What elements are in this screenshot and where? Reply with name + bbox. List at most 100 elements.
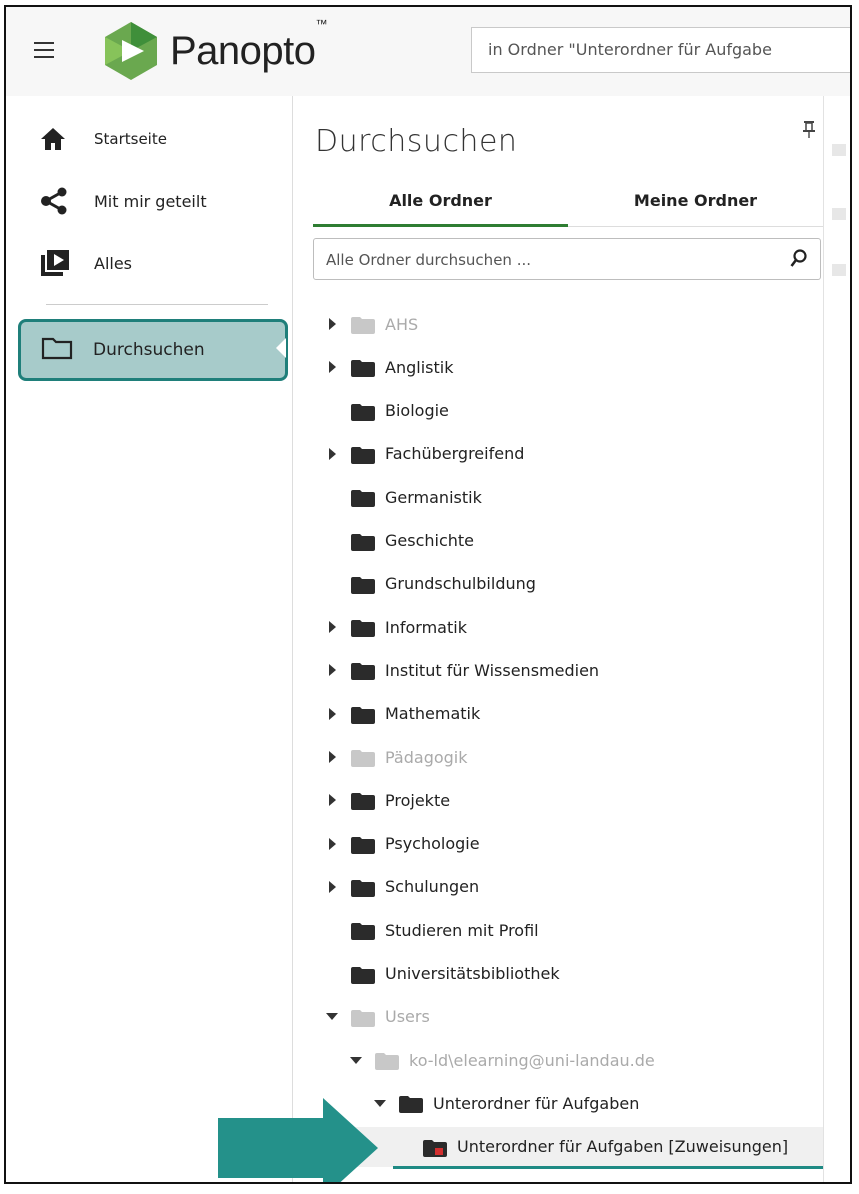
caret-spacer xyxy=(325,534,339,548)
folder-icon xyxy=(351,793,375,811)
folder-name: Anglistik xyxy=(385,357,454,377)
folder-name: Psychologie xyxy=(385,834,480,854)
collapse-caret-icon[interactable] xyxy=(325,1010,339,1024)
folder-icon xyxy=(351,576,375,594)
folder-row[interactable]: Informatik xyxy=(293,607,823,647)
folder-row[interactable]: AHS xyxy=(293,304,823,344)
expand-caret-icon[interactable] xyxy=(325,360,339,374)
callout-arrow xyxy=(218,1098,378,1182)
tab-alle-ordner[interactable]: Alle Ordner xyxy=(313,186,568,227)
folder-name: Biologie xyxy=(385,401,449,421)
assignment-folder-icon xyxy=(423,1139,447,1157)
folder-row[interactable]: Institut für Wissensmedien xyxy=(293,650,823,690)
folder-name: Schulungen xyxy=(385,877,480,897)
nav-item-startseite[interactable]: Startseite xyxy=(40,119,167,159)
folder-icon xyxy=(351,836,375,854)
expand-caret-icon[interactable] xyxy=(325,620,339,634)
nav-divider xyxy=(46,304,268,305)
folder-icon xyxy=(351,966,375,984)
app-window: Panopto™ in Ordner "Unterordner für Aufg… xyxy=(4,5,852,1184)
folder-name: Users xyxy=(385,1007,430,1027)
folder-icon xyxy=(351,750,375,767)
folder-name: Pädagogik xyxy=(385,747,468,767)
caret-spacer xyxy=(325,923,339,937)
folder-icon xyxy=(351,446,375,464)
expand-caret-icon[interactable] xyxy=(325,317,339,331)
active-pointer xyxy=(276,338,286,358)
folder-name: Informatik xyxy=(385,617,467,637)
global-search-input[interactable]: in Ordner "Unterordner für Aufgabe xyxy=(471,27,850,73)
expand-caret-icon[interactable] xyxy=(325,663,339,677)
folder-row[interactable]: Pädagogik xyxy=(293,737,823,777)
nav-item-durchsuchen[interactable]: Durchsuchen xyxy=(18,319,288,381)
left-navigation: Startseite Mit mir geteilt Alles Durchsu… xyxy=(6,96,293,1182)
expand-caret-icon[interactable] xyxy=(325,707,339,721)
top-bar: Panopto™ in Ordner "Unterordner für Aufg… xyxy=(6,7,850,97)
folder-name: Mathematik xyxy=(385,704,481,724)
folder-row[interactable]: Mathematik xyxy=(293,694,823,734)
expand-caret-icon[interactable] xyxy=(325,750,339,764)
folder-name: Grundschulbildung xyxy=(385,574,536,594)
folder-icon xyxy=(351,663,375,681)
folder-name: Fachübergreifend xyxy=(385,444,525,464)
folder-name: Geschichte xyxy=(385,531,475,550)
folder-icon xyxy=(351,317,375,334)
tab-meine-ordner[interactable]: Meine Ordner xyxy=(568,186,823,224)
logo-text: Panopto™ xyxy=(170,16,328,73)
folder-search-box xyxy=(313,238,821,280)
caret-spacer xyxy=(325,967,339,981)
collapse-caret-icon[interactable] xyxy=(349,1053,363,1067)
panel-title: Durchsuchen xyxy=(315,124,518,159)
selection-underline xyxy=(393,1166,823,1169)
caret-spacer xyxy=(397,1140,411,1154)
folder-name: Unterordner für Aufgaben [Zuweisungen] xyxy=(457,1137,789,1157)
pin-icon[interactable] xyxy=(803,120,815,142)
folder-row[interactable]: Users xyxy=(293,997,823,1037)
search-icon[interactable] xyxy=(790,249,808,273)
panopto-logo[interactable]: Panopto™ xyxy=(100,16,328,86)
folder-name: Studieren mit Profil xyxy=(385,920,539,940)
folder-name: Germanistik xyxy=(385,487,482,507)
expand-caret-icon[interactable] xyxy=(325,447,339,461)
nav-item-label: Mit mir geteilt xyxy=(94,191,207,211)
expand-caret-icon[interactable] xyxy=(325,880,339,894)
share-icon xyxy=(40,186,74,216)
caret-spacer xyxy=(325,490,339,504)
home-icon xyxy=(40,124,74,154)
folder-name: AHS xyxy=(385,314,419,334)
expand-caret-icon[interactable] xyxy=(325,793,339,807)
menu-icon[interactable] xyxy=(34,42,54,58)
folder-row[interactable]: ko-ld\elearning@uni-landau.de xyxy=(293,1040,823,1080)
browse-panel: Durchsuchen Alle Ordner Meine Ordner AHS… xyxy=(293,96,823,1182)
caret-spacer xyxy=(325,577,339,591)
folder-row[interactable]: Grundschulbildung xyxy=(293,564,823,604)
folder-name: Universitätsbibliothek xyxy=(385,964,560,983)
folder-row[interactable]: Projekte xyxy=(293,780,823,820)
folder-tabs: Alle Ordner Meine Ordner xyxy=(313,186,823,227)
content-area-edge xyxy=(823,96,850,1182)
nav-item-mit-mir-geteilt[interactable]: Mit mir geteilt xyxy=(40,181,207,221)
folder-row[interactable]: Biologie xyxy=(293,391,823,431)
folder-row[interactable]: Fachübergreifend xyxy=(293,434,823,474)
folder-search-input[interactable] xyxy=(324,247,768,273)
folder-row[interactable]: Psychologie xyxy=(293,824,823,864)
folder-name: ko-ld\elearning@uni-landau.de xyxy=(409,1050,655,1070)
folder-icon xyxy=(375,1053,399,1071)
folder-icon xyxy=(351,620,375,638)
nav-item-label: Alles xyxy=(94,253,133,273)
folder-row[interactable]: Germanistik xyxy=(293,477,823,517)
folder-row[interactable]: Universitätsbibliothek xyxy=(293,954,823,994)
folder-icon xyxy=(351,490,375,508)
expand-caret-icon[interactable] xyxy=(325,837,339,851)
folder-row[interactable]: Anglistik xyxy=(293,347,823,387)
folder-icon xyxy=(351,403,375,421)
nav-item-alles[interactable]: Alles xyxy=(40,243,132,283)
folder-row[interactable]: Geschichte xyxy=(293,521,823,561)
folder-icon xyxy=(351,879,375,897)
panopto-logo-mark xyxy=(105,22,157,80)
folder-icon xyxy=(351,923,375,941)
folder-icon xyxy=(351,1009,375,1027)
folder-row[interactable]: Schulungen xyxy=(293,867,823,907)
folder-icon xyxy=(351,706,375,724)
folder-row[interactable]: Studieren mit Profil xyxy=(293,910,823,950)
